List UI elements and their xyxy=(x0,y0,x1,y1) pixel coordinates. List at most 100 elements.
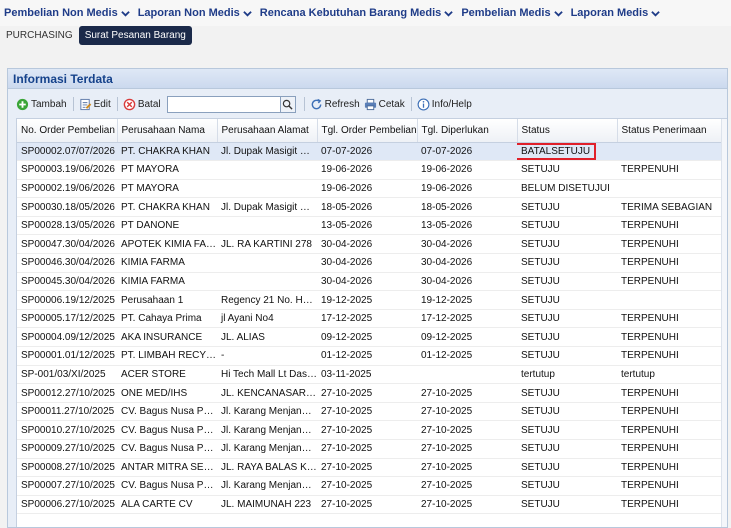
table-row[interactable]: SP00030.18/05/2026 PT. CHAKRA KHAN Jl. Dup… xyxy=(17,197,723,217)
column-header[interactable]: Status xyxy=(517,119,618,143)
surat-pesanan-barang-button[interactable]: Surat Pesanan Barang xyxy=(78,25,192,45)
table-row[interactable]: SP00007.27/10/2025 CV. Bagus Nusa Pers...… xyxy=(17,476,723,496)
add-button[interactable]: Tambah xyxy=(16,98,67,111)
table-cell: ONE MED/IHS xyxy=(117,383,217,403)
table-cell: SP00010.27/10/2025 xyxy=(17,420,117,440)
table-cell: AKA INSURANCE xyxy=(117,327,217,348)
menu-label: Pembelian Medis xyxy=(461,7,551,19)
table-cell: TERPENUHI xyxy=(617,495,723,515)
table-cell: KIMIA FARMA xyxy=(117,253,217,273)
toolbar-divider xyxy=(303,97,305,111)
table-cell: SP00046.30/04/2026 xyxy=(17,253,117,273)
table-cell: PT DANONE xyxy=(117,216,217,236)
table-cell: 19-06-2026 xyxy=(317,179,417,199)
cancel-button[interactable]: Batal xyxy=(123,98,161,111)
table-row[interactable]: SP00003.19/06/2026 PT MAYORA 19-06-2026 19-… xyxy=(17,160,723,180)
table-row[interactable]: SP00004.09/12/2025 AKA INSURANCE JL. ALIAS… xyxy=(17,327,723,348)
table-cell: BATALSETUJU xyxy=(517,142,617,162)
table-row[interactable]: SP00005.17/12/2025 PT. Cahaya Prima jl Aya… xyxy=(17,309,723,329)
table-cell: 30-04-2026 xyxy=(417,272,517,292)
table-row[interactable]: SP00002.07/07/2026 PT. CHAKRA KHAN Jl. Dup… xyxy=(17,142,723,162)
table-cell: Jl. Dupak Masigit No... xyxy=(217,197,317,217)
table-cell: 19-06-2026 xyxy=(417,160,517,180)
table-cell: TERPENUHI xyxy=(617,346,723,366)
table-row[interactable]: SP00002.19/06/2026 PT MAYORA 19-06-2026 19-… xyxy=(17,179,723,199)
edit-button[interactable]: Edit xyxy=(79,98,111,111)
table-cell: SETUJU xyxy=(517,309,617,329)
search-input[interactable] xyxy=(166,95,281,113)
menu-pembelian-non-medis[interactable]: Pembelian Non Medis xyxy=(4,7,130,19)
vertical-scrollbar[interactable] xyxy=(721,119,727,527)
column-header[interactable]: Tgl. Order Pembelian xyxy=(317,119,418,143)
table-cell: 18-05-2026 xyxy=(317,197,417,217)
refresh-icon xyxy=(311,98,321,109)
table-cell: SP00030.18/05/2026 xyxy=(17,197,117,217)
table-cell: TERPENUHI xyxy=(617,327,723,348)
info-help-button[interactable]: Info/Help xyxy=(417,98,472,111)
printer-icon xyxy=(364,98,376,110)
table-row[interactable]: SP00010.27/10/2025 CV. Bagus Nusa Pers...… xyxy=(17,420,723,440)
refresh-label: Refresh xyxy=(324,98,360,110)
table-cell: 19-06-2026 xyxy=(417,179,517,199)
table-row[interactable]: SP00008.27/10/2025 ANTAR MITRA SEMB... JL.… xyxy=(17,458,723,478)
print-button[interactable]: Cetak xyxy=(364,98,405,111)
table-cell: SP00006.19/12/2025 xyxy=(17,290,117,310)
menu-pembelian-medis[interactable]: Pembelian Medis xyxy=(461,7,563,19)
table-row[interactable]: SP00006.19/12/2025 Perusahaan 1 Regency 21… xyxy=(17,290,723,310)
table-cell: SP00006.27/10/2025 xyxy=(17,495,117,515)
menu-laporan-non-medis[interactable]: Laporan Non Medis xyxy=(138,7,252,19)
column-header[interactable]: Status Penerimaan xyxy=(617,119,724,143)
table-cell: TERPENUHI xyxy=(617,439,723,459)
table-cell: JL. KENCANASARI B... xyxy=(217,383,317,403)
table-cell xyxy=(617,142,723,162)
table-cell: TERPENUHI xyxy=(617,420,723,440)
table-cell: CV. Bagus Nusa Pers... xyxy=(117,420,217,440)
table-row[interactable]: SP00011.27/10/2025 CV. Bagus Nusa Pers...… xyxy=(17,402,723,422)
table-cell xyxy=(617,179,723,199)
table-cell xyxy=(217,160,317,180)
menu-laporan-medis[interactable]: Laporan Medis xyxy=(571,7,661,19)
table-cell: SETUJU xyxy=(517,253,617,273)
table-cell: TERPENUHI xyxy=(617,383,723,403)
table-cell: SETUJU xyxy=(517,383,617,403)
column-header[interactable]: No. Order Pembelian xyxy=(17,119,118,143)
table-cell: tertutup xyxy=(517,365,617,385)
table-cell: SETUJU xyxy=(517,197,617,217)
table-cell xyxy=(417,365,517,385)
column-header[interactable]: Perusahaan Nama xyxy=(117,119,218,143)
table-cell: 27-10-2025 xyxy=(317,458,417,478)
column-header[interactable]: Perusahaan Alamat xyxy=(217,119,318,143)
table-cell: JL. ALIAS xyxy=(217,327,317,348)
table-cell: 19-12-2025 xyxy=(417,290,517,310)
menu-rencana-kebutuhan[interactable]: Rencana Kebutuhan Barang Medis xyxy=(260,7,454,19)
table-row[interactable]: SP00047.30/04/2026APOTEK KIMIA FARMAJL. … xyxy=(17,234,723,255)
panel-body: Tambah Edit Batal Refresh Cetak Info/Hel… xyxy=(8,89,727,527)
table-row[interactable]: SP00046.30/04/2026 KIMIA FARMA 30-04-2026 3… xyxy=(17,253,723,273)
table-cell: 01-12-2025 xyxy=(417,346,517,366)
table-cell: PT. CHAKRA KHAN xyxy=(117,197,217,217)
table-cell: 13-05-2026 xyxy=(417,216,517,236)
add-label: Tambah xyxy=(31,98,67,110)
table-row[interactable]: SP00045.30/04/2026 KIMIA FARMA 30-04-2026 3… xyxy=(17,272,723,292)
table-cell xyxy=(217,272,317,292)
table-cell: 27-10-2025 xyxy=(317,495,417,515)
info-icon xyxy=(417,98,430,110)
table-cell: 30-04-2026 xyxy=(317,272,417,292)
table-cell: TERPENUHI xyxy=(617,216,723,236)
table-row[interactable]: SP00006.27/10/2025 ALA CARTE CV JL. MAIMUN… xyxy=(17,495,723,515)
table-row[interactable]: SP00012.27/10/2025 ONE MED/IHS JL. KENCANA… xyxy=(17,383,723,403)
table-row[interactable]: SP00028.13/05/2026 PT DANONE 13-05-2026 13-… xyxy=(17,216,723,236)
table-cell: PT MAYORA xyxy=(117,160,217,180)
table-cell: SETUJU xyxy=(517,290,617,310)
section-label[interactable]: PURCHASING xyxy=(6,30,73,41)
table-cell: TERPENUHI xyxy=(617,234,723,255)
table-cell: 19-06-2026 xyxy=(317,160,417,180)
table-cell: TERPENUHI xyxy=(617,458,723,478)
search-button[interactable] xyxy=(280,95,296,113)
refresh-button[interactable]: Refresh xyxy=(310,98,360,111)
column-header[interactable]: Tgl. Diperlukan xyxy=(417,119,518,143)
chevron-down-icon xyxy=(444,10,454,17)
table-row[interactable]: SP00009.27/10/2025 CV. Bagus Nusa Pers...… xyxy=(17,439,723,459)
table-row[interactable]: SP-001/03/XI/2025 ACER STORE Hi Tech Mall … xyxy=(17,365,723,385)
table-row[interactable]: SP00001.01/12/2025 PT. LIMBAH RECYCLE -01-… xyxy=(17,346,723,366)
